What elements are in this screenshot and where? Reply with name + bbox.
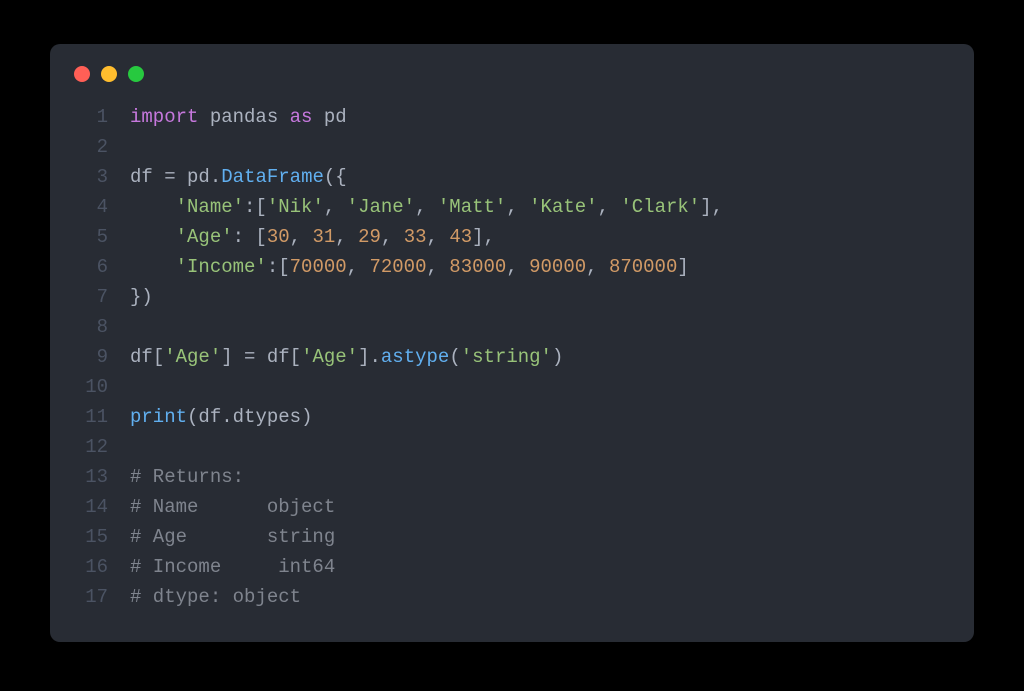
code-line: 13 # Returns: bbox=[70, 462, 950, 492]
code-line: 2 bbox=[70, 132, 950, 162]
line-number: 17 bbox=[70, 582, 130, 612]
code-comment: # Age string bbox=[130, 522, 950, 552]
line-number: 9 bbox=[70, 342, 130, 372]
code-comment: # dtype: object bbox=[130, 582, 950, 612]
line-number: 12 bbox=[70, 432, 130, 462]
code-line: 14 # Name object bbox=[70, 492, 950, 522]
line-number: 5 bbox=[70, 222, 130, 252]
code-window: 1 import pandas as pd 2 3 df = pd.DataFr… bbox=[50, 44, 974, 642]
line-number: 1 bbox=[70, 102, 130, 132]
close-icon[interactable] bbox=[74, 66, 90, 82]
code-content: df['Age'] = df['Age'].astype('string') bbox=[130, 342, 950, 372]
code-content bbox=[130, 372, 950, 402]
code-line: 10 bbox=[70, 372, 950, 402]
line-number: 7 bbox=[70, 282, 130, 312]
code-line: 5 'Age': [30, 31, 29, 33, 43], bbox=[70, 222, 950, 252]
line-number: 10 bbox=[70, 372, 130, 402]
code-line: 16 # Income int64 bbox=[70, 552, 950, 582]
code-comment: # Returns: bbox=[130, 462, 950, 492]
code-content: df = pd.DataFrame({ bbox=[130, 162, 950, 192]
code-content: 'Name':['Nik', 'Jane', 'Matt', 'Kate', '… bbox=[130, 192, 950, 222]
line-number: 4 bbox=[70, 192, 130, 222]
zoom-icon[interactable] bbox=[128, 66, 144, 82]
code-line: 9 df['Age'] = df['Age'].astype('string') bbox=[70, 342, 950, 372]
code-content: }) bbox=[130, 282, 950, 312]
code-content bbox=[130, 432, 950, 462]
code-block: 1 import pandas as pd 2 3 df = pd.DataFr… bbox=[50, 82, 974, 612]
line-number: 14 bbox=[70, 492, 130, 522]
code-line: 17 # dtype: object bbox=[70, 582, 950, 612]
line-number: 13 bbox=[70, 462, 130, 492]
code-line: 15 # Age string bbox=[70, 522, 950, 552]
code-content: import pandas as pd bbox=[130, 102, 950, 132]
code-line: 7 }) bbox=[70, 282, 950, 312]
line-number: 15 bbox=[70, 522, 130, 552]
code-line: 8 bbox=[70, 312, 950, 342]
code-content bbox=[130, 132, 950, 162]
code-content bbox=[130, 312, 950, 342]
code-line: 11 print(df.dtypes) bbox=[70, 402, 950, 432]
line-number: 3 bbox=[70, 162, 130, 192]
line-number: 16 bbox=[70, 552, 130, 582]
line-number: 11 bbox=[70, 402, 130, 432]
line-number: 6 bbox=[70, 252, 130, 282]
code-content: 'Age': [30, 31, 29, 33, 43], bbox=[130, 222, 950, 252]
code-comment: # Income int64 bbox=[130, 552, 950, 582]
code-line: 6 'Income':[70000, 72000, 83000, 90000, … bbox=[70, 252, 950, 282]
code-line: 1 import pandas as pd bbox=[70, 102, 950, 132]
code-comment: # Name object bbox=[130, 492, 950, 522]
code-content: print(df.dtypes) bbox=[130, 402, 950, 432]
line-number: 2 bbox=[70, 132, 130, 162]
window-titlebar bbox=[50, 44, 974, 82]
code-line: 12 bbox=[70, 432, 950, 462]
code-content: 'Income':[70000, 72000, 83000, 90000, 87… bbox=[130, 252, 950, 282]
line-number: 8 bbox=[70, 312, 130, 342]
minimize-icon[interactable] bbox=[101, 66, 117, 82]
code-line: 3 df = pd.DataFrame({ bbox=[70, 162, 950, 192]
code-line: 4 'Name':['Nik', 'Jane', 'Matt', 'Kate',… bbox=[70, 192, 950, 222]
